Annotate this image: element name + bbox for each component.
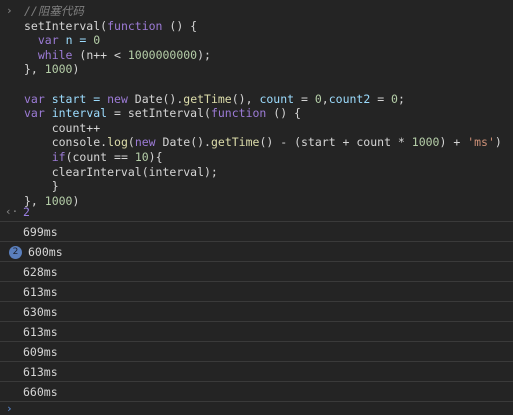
chevron-right-icon[interactable]: ›: [6, 402, 13, 415]
code-line: //阻塞代码: [24, 4, 502, 19]
code-token: setInterval(: [24, 18, 108, 33]
log-list: 699ms 2 600ms 628ms 613ms 630ms 613ms 609ms 613m…: [0, 222, 513, 402]
code-token: 0: [391, 91, 398, 106]
code-token: var: [24, 106, 45, 121]
log-message[interactable]: 628ms: [23, 265, 58, 279]
code-token: 10: [134, 149, 149, 164]
result-row: ‹· 2: [0, 204, 513, 222]
code-token: 1000000000: [127, 47, 198, 62]
code-token: (),: [231, 91, 260, 106]
log-message[interactable]: 609ms: [23, 345, 58, 359]
code-token: () - (start + count *: [259, 135, 412, 150]
code-token: start =: [44, 91, 108, 106]
code-token: 1000: [411, 135, 440, 150]
devtools-console: › //阻塞代码 setInterval(function () { var n …: [0, 0, 513, 415]
code-token: new: [107, 91, 128, 106]
result-value[interactable]: 2: [23, 205, 30, 219]
chevron-right-icon: ›: [6, 4, 13, 17]
log-row: 613ms: [0, 322, 513, 342]
code-token: getTime: [183, 91, 232, 106]
code-line: setInterval(function () {: [24, 19, 502, 34]
log-row: 630ms: [0, 302, 513, 322]
code-token: (n++ <: [72, 47, 128, 62]
code-token: },: [24, 62, 45, 77]
code-token: function: [107, 18, 163, 33]
code-token: Date().: [127, 91, 184, 106]
code-token: () {: [266, 106, 301, 121]
code-token: count2: [328, 91, 371, 106]
code-token: console.: [24, 135, 108, 150]
code-token: var: [24, 91, 45, 106]
code-line: console.log(new Date().getTime() - (star…: [24, 135, 502, 150]
code-token: =: [294, 91, 315, 106]
log-message[interactable]: 613ms: [23, 325, 58, 339]
code-token: 0: [93, 33, 101, 48]
code-token: = setInterval(: [107, 106, 211, 121]
code-token: ){: [148, 149, 163, 164]
log-message[interactable]: 600ms: [28, 245, 63, 259]
code-token: ) +: [439, 135, 468, 150]
log-message[interactable]: 660ms: [23, 385, 58, 399]
code-line: while (n++ < 1000000000);: [24, 48, 502, 63]
code-token: (count ==: [65, 149, 135, 164]
console-input-entry: › //阻塞代码 setInterval(function () { var n …: [0, 0, 513, 208]
code-token: while: [37, 47, 73, 62]
code-token: count: [259, 91, 295, 106]
log-row: 699ms: [0, 222, 513, 242]
code-token: log: [107, 135, 128, 150]
code-token: function: [210, 106, 267, 121]
code-line: }: [24, 179, 502, 194]
code-token: clearInterval(interval);: [24, 164, 218, 179]
code-token: () {: [162, 18, 198, 33]
code-line: count++: [24, 121, 502, 136]
code-line: }, 1000): [24, 62, 502, 77]
code-token: );: [197, 47, 211, 62]
code-line: var interval = setInterval(function () {: [24, 106, 502, 121]
code-token: if: [51, 149, 66, 164]
code-line: if(count == 10){: [24, 150, 502, 165]
code-block[interactable]: //阻塞代码 setInterval(function () { var n = …: [24, 4, 502, 208]
code-token: ,: [321, 91, 329, 106]
repeat-count-badge: 2: [9, 246, 22, 259]
code-token: //阻塞代码: [24, 4, 84, 18]
code-token: (: [127, 135, 135, 150]
log-row: 660ms: [0, 382, 513, 402]
code-token: ): [72, 62, 80, 77]
code-token: ): [494, 135, 502, 150]
code-line: var n = 0: [24, 33, 502, 48]
code-token: var: [37, 33, 59, 48]
code-token: new: [134, 135, 156, 150]
log-message[interactable]: 630ms: [23, 305, 58, 319]
code-token: interval: [44, 106, 108, 121]
code-token: ;: [397, 91, 405, 106]
log-message[interactable]: 699ms: [23, 225, 58, 239]
code-token: }: [24, 179, 59, 194]
log-row: 613ms: [0, 282, 513, 302]
code-token: 'ms': [467, 135, 495, 150]
code-token: 1000: [44, 62, 73, 77]
code-token: n =: [58, 33, 94, 48]
code-token: 0: [314, 91, 322, 106]
code-token: =: [370, 91, 392, 106]
code-token: count++: [24, 120, 101, 135]
log-message[interactable]: 613ms: [23, 365, 58, 379]
log-row: 628ms: [0, 262, 513, 282]
log-row: 613ms: [0, 362, 513, 382]
log-row: 609ms: [0, 342, 513, 362]
code-line: var start = new Date().getTime(), count …: [24, 92, 502, 107]
code-token: getTime: [210, 135, 260, 150]
code-token: Date().: [155, 135, 211, 150]
log-message[interactable]: 613ms: [23, 285, 58, 299]
code-line: clearInterval(interval);: [24, 165, 502, 180]
log-row: 2 600ms: [0, 242, 513, 262]
return-arrow-icon: ‹·: [5, 205, 19, 218]
